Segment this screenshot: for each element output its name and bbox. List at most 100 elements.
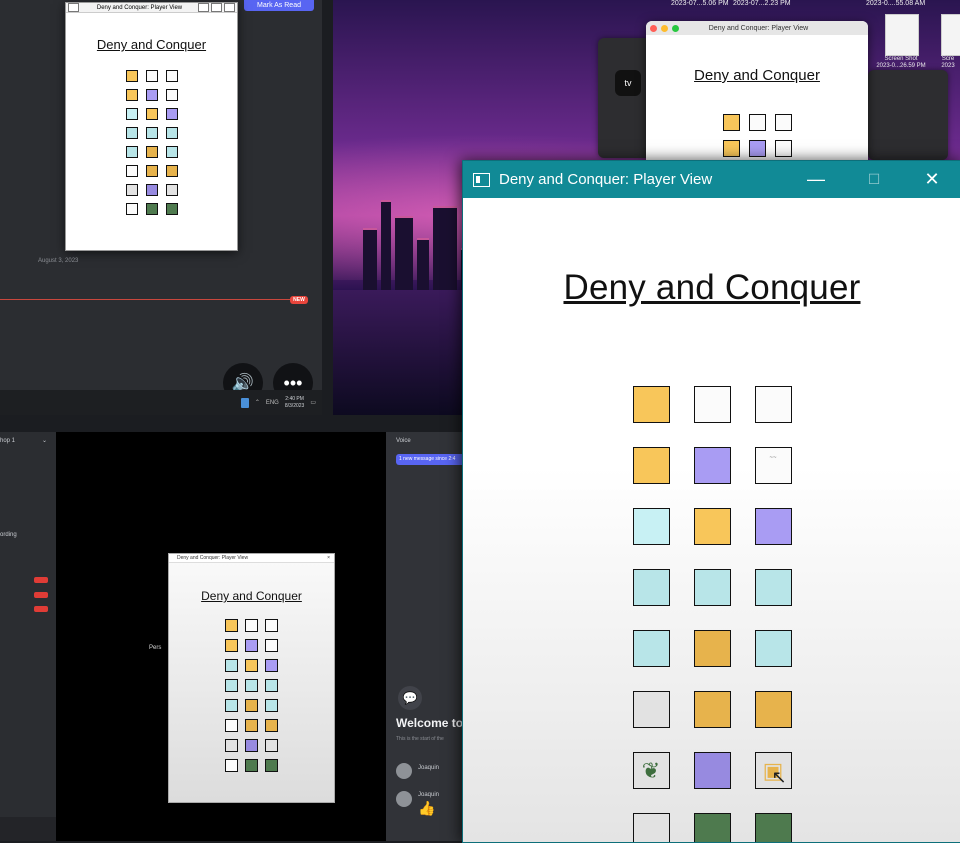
close-icon[interactable]: ×	[327, 555, 330, 561]
grid-cell[interactable]	[245, 699, 258, 712]
grid-cell[interactable]	[754, 813, 792, 842]
notification-icon[interactable]: ▭	[310, 399, 316, 406]
grid-cell[interactable]	[265, 659, 278, 672]
maximize-button[interactable]	[211, 3, 222, 12]
grid-cell[interactable]	[165, 203, 178, 215]
grid-cell[interactable]	[165, 70, 178, 82]
grid-cell[interactable]	[145, 203, 158, 215]
file-icon[interactable]	[240, 397, 249, 408]
grid-cell[interactable]	[632, 813, 670, 842]
channel-name[interactable]: hop 1	[0, 438, 15, 444]
grid-cell[interactable]	[754, 630, 792, 667]
grid-cell[interactable]	[145, 70, 158, 82]
grid-cell[interactable]	[145, 184, 158, 196]
grid-cell[interactable]	[632, 508, 670, 545]
message-author[interactable]: Joaquin	[418, 765, 439, 771]
grid-cell[interactable]	[693, 508, 731, 545]
grid-cell[interactable]	[145, 89, 158, 101]
grid-cell[interactable]	[632, 386, 670, 423]
grid-cell[interactable]	[125, 108, 138, 120]
grid-cell[interactable]	[245, 719, 258, 732]
grid-cell[interactable]	[165, 108, 178, 120]
grid-cell[interactable]	[693, 447, 731, 484]
grid-cell[interactable]	[265, 619, 278, 632]
close-button[interactable]	[224, 3, 235, 12]
grid-cell[interactable]	[225, 639, 238, 652]
grid-cell[interactable]	[265, 699, 278, 712]
avatar[interactable]	[396, 763, 412, 779]
minimize-button[interactable]: —	[787, 169, 845, 190]
recording-item[interactable]: ording	[0, 532, 17, 538]
grid-cell[interactable]	[125, 146, 138, 158]
zoom-button[interactable]	[672, 24, 679, 32]
message-author[interactable]: Joaquin	[418, 792, 439, 798]
grid-cell[interactable]	[145, 165, 158, 177]
grid-cell[interactable]	[754, 569, 792, 606]
grid-cell[interactable]	[693, 752, 731, 789]
grid-cell[interactable]	[145, 108, 158, 120]
grid-cell[interactable]	[165, 127, 178, 139]
grid-cell[interactable]	[125, 165, 138, 177]
grid-cell[interactable]	[754, 508, 792, 545]
apple-tv-icon[interactable]: tv	[615, 70, 641, 96]
grid-cell[interactable]	[245, 739, 258, 752]
grid-cell[interactable]	[165, 146, 178, 158]
grid-cell[interactable]	[165, 89, 178, 101]
desktop-file-icon[interactable]	[885, 14, 919, 56]
grid-cell[interactable]: ❦	[632, 752, 670, 789]
desktop-file-icon-2[interactable]	[941, 14, 960, 56]
grid-cell[interactable]	[748, 140, 766, 157]
grid-cell[interactable]	[225, 659, 238, 672]
grid-cell[interactable]	[225, 699, 238, 712]
grid-cell[interactable]	[265, 639, 278, 652]
grid-cell[interactable]	[145, 146, 158, 158]
chevron-down-icon[interactable]: ⌄	[42, 437, 47, 444]
maximize-button[interactable]: ☐	[845, 171, 903, 188]
grid-cell[interactable]	[165, 184, 178, 196]
grid-cell[interactable]	[245, 639, 258, 652]
avatar[interactable]	[396, 791, 412, 807]
grid-cell[interactable]	[245, 679, 258, 692]
taskbar-clock[interactable]: 2:40 PM 8/3/2023	[285, 396, 304, 410]
grid-cell[interactable]	[145, 127, 158, 139]
grid-cell[interactable]	[693, 813, 731, 842]
grid-cell[interactable]	[225, 619, 238, 632]
grid-cell[interactable]	[265, 739, 278, 752]
grid-cell[interactable]	[225, 719, 238, 732]
grid-cell[interactable]	[754, 386, 792, 423]
grid-cell[interactable]	[722, 140, 740, 157]
grid-cell[interactable]	[225, 759, 238, 772]
grid-cell[interactable]	[748, 114, 766, 131]
mark-as-read-button[interactable]: Mark As Read	[244, 0, 314, 11]
grid-cell[interactable]	[693, 630, 731, 667]
close-button[interactable]: ✕	[903, 169, 960, 190]
grid-cell[interactable]	[125, 70, 138, 82]
grid-cell[interactable]	[632, 691, 670, 728]
grid-cell[interactable]	[125, 127, 138, 139]
new-message-banner[interactable]: 1 new message since 2:4	[396, 454, 466, 465]
grid-cell[interactable]	[245, 759, 258, 772]
grid-cell[interactable]	[632, 569, 670, 606]
minimize-button[interactable]	[198, 3, 209, 12]
grid-cell[interactable]	[632, 447, 670, 484]
grid-cell[interactable]	[774, 114, 792, 131]
grid-cell[interactable]	[125, 203, 138, 215]
grid-cell[interactable]	[125, 89, 138, 101]
grid-cell[interactable]	[165, 165, 178, 177]
chevron-up-icon[interactable]: ⌃	[255, 399, 260, 406]
grid-cell[interactable]	[693, 691, 731, 728]
grid-cell[interactable]	[245, 659, 258, 672]
grid-cell[interactable]	[693, 569, 731, 606]
grid-cell[interactable]	[125, 184, 138, 196]
grid-cell[interactable]	[265, 679, 278, 692]
grid-cell[interactable]: ~~	[754, 447, 792, 484]
grid-cell[interactable]	[265, 719, 278, 732]
grid-cell[interactable]	[693, 386, 731, 423]
grid-cell[interactable]: ▣ ↖	[754, 752, 792, 789]
grid-cell[interactable]	[245, 619, 258, 632]
grid-cell[interactable]	[632, 630, 670, 667]
grid-cell[interactable]	[754, 691, 792, 728]
grid-cell[interactable]	[265, 759, 278, 772]
grid-cell[interactable]	[225, 739, 238, 752]
grid-cell[interactable]	[774, 140, 792, 157]
